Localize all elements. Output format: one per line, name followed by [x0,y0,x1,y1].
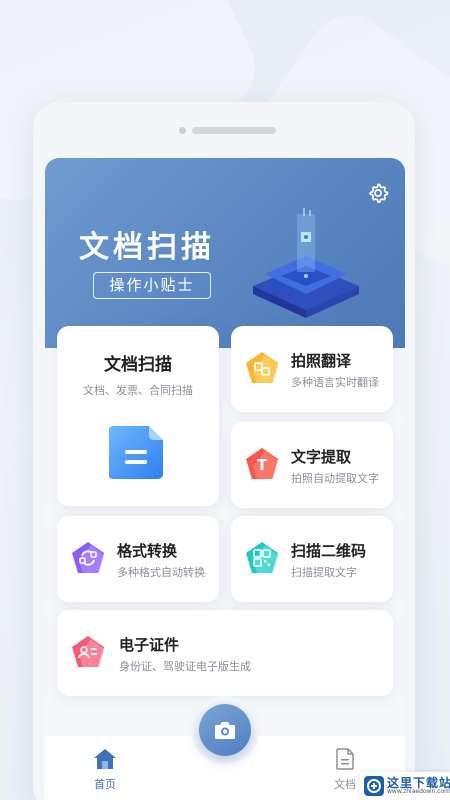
site-watermark: 这里下载站 www.zhlaedown.com [360,772,450,800]
phone-frame: 文档扫描 操作小贴士 文档扫描 文档、发票、合同扫描 拍照翻译 多种语言实时翻译… [33,102,415,800]
card-subtitle: 扫描提取文字 [291,566,357,579]
scanner-illustration [253,208,359,318]
document-icon [109,426,163,479]
tips-button[interactable]: 操作小贴士 [93,272,211,299]
text-extract-icon: T [246,448,278,479]
card-title: 拍照翻译 [291,352,352,370]
card-title: 电子证件 [119,636,180,654]
watermark-url: www.zhlaedown.com [387,788,450,795]
home-icon [94,749,116,769]
id-docs-card[interactable]: 电子证件 身份证、驾驶证电子版生成 [57,610,393,696]
text-extract-card[interactable]: T 文字提取 拍照自动提取文字 [231,422,393,508]
qr-scan-card[interactable]: 扫描二维码 扫描提取文字 [231,516,393,602]
speaker-bar [192,127,276,134]
card-subtitle: 文档、发票、合同扫描 [83,384,193,397]
photo-translate-card[interactable]: 拍照翻译 多种语言实时翻译 [231,326,393,412]
svg-text:T: T [257,456,268,474]
camera-icon [215,722,235,739]
qr-code-icon [246,542,278,573]
convert-icon [72,542,104,573]
card-subtitle: 身份证、驾驶证电子版生成 [119,660,251,673]
doc-scan-card[interactable]: 文档扫描 文档、发票、合同扫描 [57,326,219,506]
id-card-icon [72,636,104,667]
tab-label: 首页 [94,778,116,791]
card-title: 扫描二维码 [291,542,367,560]
card-title: 文字提取 [291,448,352,466]
hero-banner: 文档扫描 操作小贴士 [45,158,405,348]
document-outline-icon [336,748,354,770]
tab-home[interactable]: 首页 [75,748,135,792]
card-subtitle: 多种语言实时翻译 [291,376,379,389]
card-title: 文档扫描 [104,355,172,375]
format-convert-card[interactable]: 格式转换 多种格式自动转换 [57,516,219,602]
card-subtitle: 多种格式自动转换 [117,566,205,579]
camera-dot [179,127,186,134]
app-screen: 文档扫描 操作小贴士 文档扫描 文档、发票、合同扫描 拍照翻译 多种语言实时翻译… [45,158,405,800]
gear-icon[interactable] [367,182,389,204]
card-title: 格式转换 [117,542,178,560]
watermark-logo-icon [364,776,384,796]
translate-icon [246,352,278,383]
camera-button[interactable] [199,704,251,756]
hero-title: 文档扫描 [79,230,215,265]
card-subtitle: 拍照自动提取文字 [291,472,379,485]
